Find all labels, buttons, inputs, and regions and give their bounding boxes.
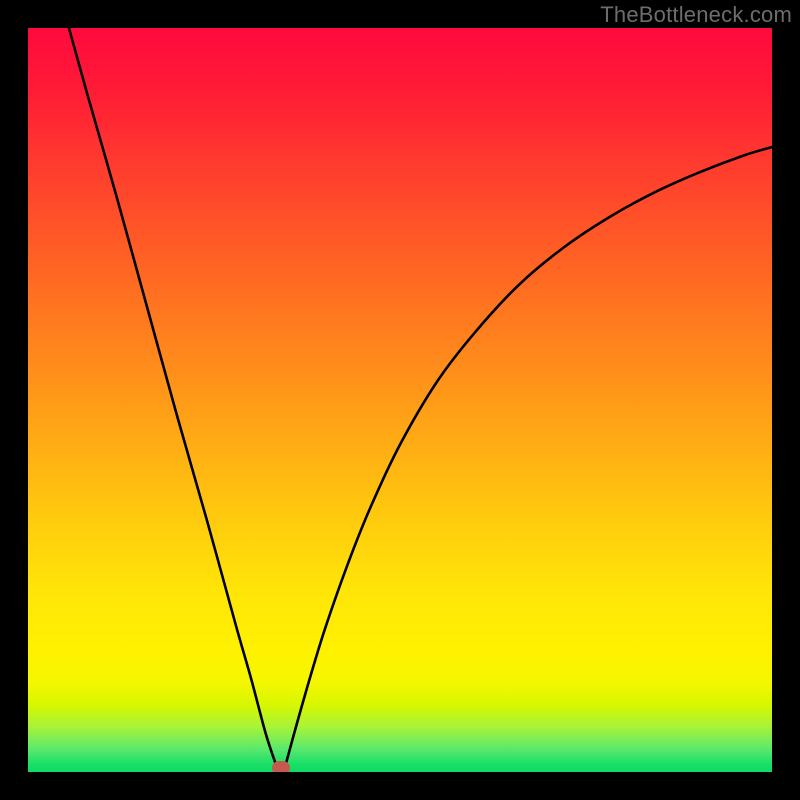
trough-marker [272, 761, 290, 772]
curve-layer [28, 28, 772, 772]
plot-area [28, 28, 772, 772]
curve-left [69, 28, 277, 768]
curve-right [285, 147, 772, 768]
watermark-text: TheBottleneck.com [600, 2, 792, 28]
chart-frame: TheBottleneck.com [0, 0, 800, 800]
